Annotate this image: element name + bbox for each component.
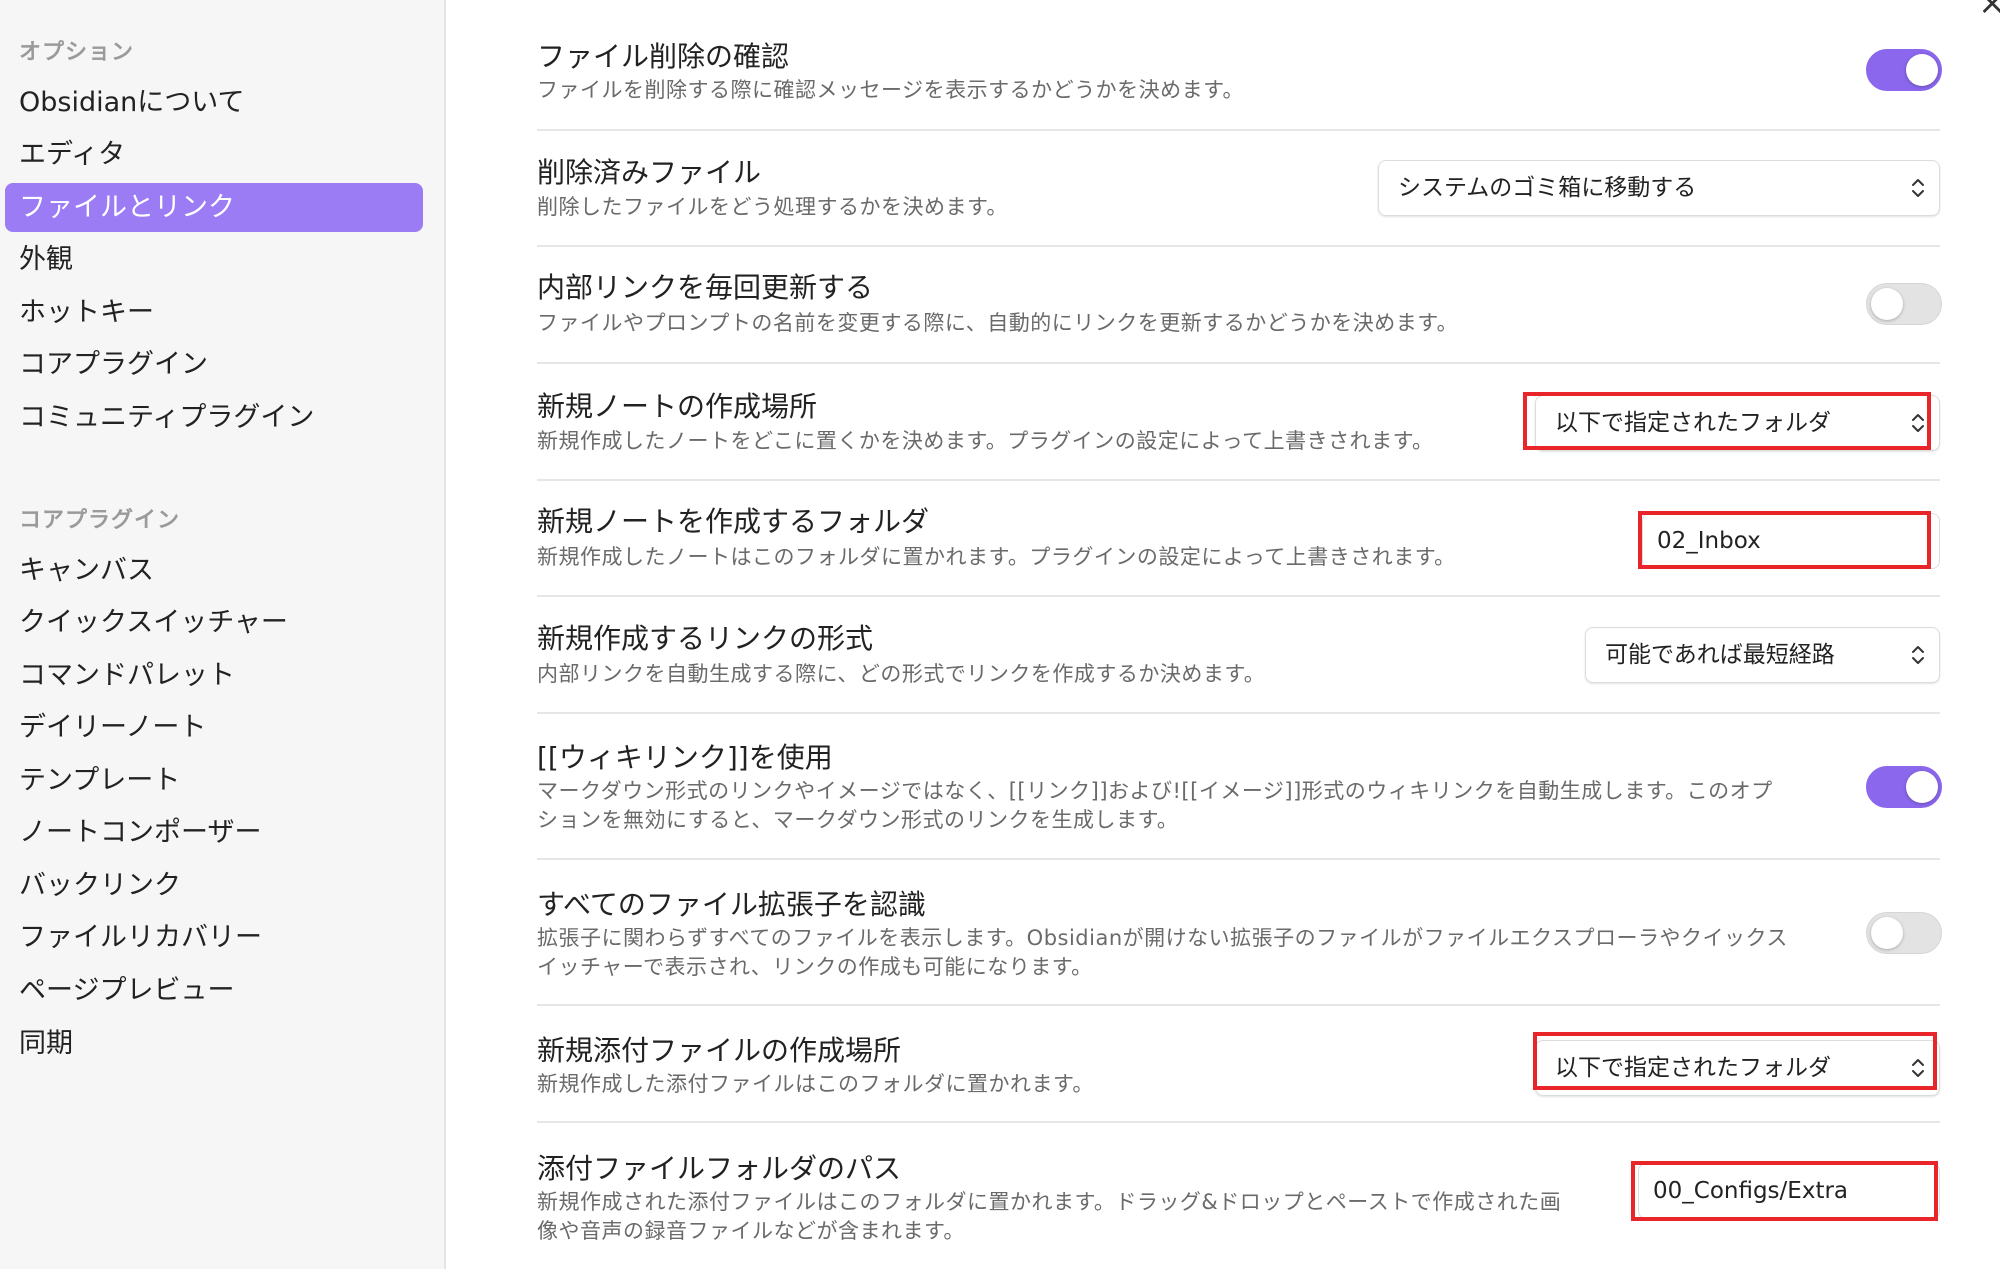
setting-description-line1: 拡張子に関わらずすべてのファイルを表示します。Obsidianが開けない拡張子の…: [537, 926, 1788, 950]
setting-title: [[ウィキリンク]]を使用: [537, 741, 833, 774]
sidebar-item-quick-switcher[interactable]: クイックスイッチャー: [5, 598, 423, 647]
setting-title: 新規ノートを作成するフォルダ: [537, 505, 930, 538]
chevron-up-down-icon: [1911, 1041, 1925, 1099]
setting-title: 添付ファイルフォルダのパス: [537, 1152, 902, 1185]
setting-link-format: 新規作成するリンクの形式 内部リンクを自動生成する際に、どの形式でリンクを作成す…: [537, 597, 1940, 714]
setting-title: 新規添付ファイルの作成場所: [537, 1034, 902, 1067]
sidebar-heading-options: オプション: [19, 40, 135, 65]
sidebar-item-command-palette[interactable]: コマンドパレット: [5, 651, 423, 700]
setting-description-line1: マークダウン形式のリンクやイメージではなく、[[リンク]]および![[イメージ]…: [537, 779, 1773, 803]
sidebar-item-daily-notes[interactable]: デイリーノート: [5, 703, 423, 752]
sidebar-item-editor[interactable]: エディタ: [5, 130, 423, 179]
setting-attachment-location: 新規添付ファイルの作成場所 新規作成した添付ファイルはこのフォルダに置かれます。…: [537, 1006, 1940, 1123]
setting-attachment-folder-path: 添付ファイルフォルダのパス 新規作成された添付ファイルはこのフォルダに置かれます…: [537, 1123, 1940, 1269]
setting-description-line2: 像や音声の録音ファイルなどが含まれます。: [537, 1219, 965, 1243]
sidebar-item-file-recovery[interactable]: ファイルリカバリー: [5, 913, 423, 962]
sidebar-item-page-preview[interactable]: ページプレビュー: [5, 966, 423, 1015]
setting-detect-all-extensions: すべてのファイル拡張子を認識 拡張子に関わらずすべてのファイルを表示します。Ob…: [537, 860, 1942, 1006]
sidebar-item-templates[interactable]: テンプレート: [5, 756, 423, 805]
setting-description: ファイルを削除する際に確認メッセージを表示するかどうかを決めます。: [537, 78, 1244, 102]
new-note-folder-input[interactable]: 02_Inbox: [1642, 513, 1940, 569]
settings-sidebar: オプション Obsidianについて エディタ ファイルとリンク 外観 ホットキ…: [0, 0, 446, 1269]
setting-description-line2: イッチャーで表示され、リンクの作成も可能になります。: [537, 955, 1093, 979]
setting-description: 新規作成したノートをどこに置くかを決めます。プラグインの設定によって上書きされま…: [537, 429, 1434, 453]
attachment-location-select[interactable]: 以下で指定されたフォルダ: [1535, 1040, 1940, 1096]
setting-title: 新規ノートの作成場所: [537, 390, 818, 423]
sidebar-item-files-and-links[interactable]: ファイルとリンク: [5, 183, 423, 232]
link-format-select[interactable]: 可能であれば最短経路: [1585, 627, 1940, 683]
toggle-knob: [1871, 288, 1903, 320]
sidebar-item-canvas[interactable]: キャンバス: [5, 546, 423, 595]
select-value: 可能であれば最短経路: [1605, 642, 1835, 668]
sidebar-item-backlinks[interactable]: バックリンク: [5, 861, 423, 910]
setting-update-internal-links: 内部リンクを毎回更新する ファイルやプロンプトの名前を変更する際に、自動的にリン…: [537, 247, 1942, 364]
setting-title: 削除済みファイル: [537, 156, 762, 189]
chevron-up-down-icon: [1911, 161, 1925, 219]
setting-description-line2: ションを無効にすると、マークダウン形式のリンクを生成します。: [537, 808, 1179, 832]
sidebar-item-appearance[interactable]: 外観: [5, 235, 423, 284]
setting-title: 内部リンクを毎回更新する: [537, 271, 874, 304]
setting-title: 新規作成するリンクの形式: [537, 622, 874, 655]
setting-description: 内部リンクを自動生成する際に、どの形式でリンクを作成するか決めます。: [537, 662, 1266, 686]
deleted-files-select[interactable]: システムのゴミ箱に移動する: [1378, 160, 1940, 216]
all-extensions-toggle[interactable]: [1866, 912, 1942, 954]
setting-use-wikilinks: [[ウィキリンク]]を使用 マークダウン形式のリンクやイメージではなく、[[リン…: [537, 714, 1942, 860]
sidebar-item-community-plugins[interactable]: コミュニティプラグイン: [5, 393, 423, 442]
select-value: 以下で指定されたフォルダ: [1555, 410, 1831, 436]
sidebar-item-sync[interactable]: 同期: [5, 1019, 423, 1068]
close-icon[interactable]: ×: [1978, 0, 2000, 20]
sidebar-item-core-plugins[interactable]: コアプラグイン: [5, 340, 423, 389]
wikilinks-toggle[interactable]: [1866, 766, 1942, 808]
setting-description: 新規作成した添付ファイルはこのフォルダに置かれます。: [537, 1072, 1094, 1096]
sidebar-item-note-composer[interactable]: ノートコンポーザー: [5, 808, 423, 857]
new-note-location-select[interactable]: 以下で指定されたフォルダ: [1535, 395, 1940, 451]
settings-window: オプション Obsidianについて エディタ ファイルとリンク 外観 ホットキ…: [0, 0, 2000, 1269]
toggle-knob: [1906, 771, 1938, 803]
setting-new-note-location: 新規ノートの作成場所 新規作成したノートをどこに置くかを決めます。プラグインの設…: [537, 364, 1940, 481]
setting-confirm-file-deletion: ファイル削除の確認 ファイルを削除する際に確認メッセージを表示するかどうかを決め…: [537, 28, 1942, 131]
toggle-knob: [1906, 54, 1938, 86]
select-value: システムのゴミ箱に移動する: [1398, 175, 1697, 201]
update-links-toggle[interactable]: [1866, 283, 1942, 325]
chevron-up-down-icon: [1911, 396, 1925, 454]
setting-title: ファイル削除の確認: [537, 40, 790, 73]
setting-description: ファイルやプロンプトの名前を変更する際に、自動的にリンクを更新するかどうかを決め…: [537, 311, 1459, 335]
sidebar-item-about[interactable]: Obsidianについて: [5, 78, 423, 127]
setting-deleted-files: 削除済みファイル 削除したファイルをどう処理するかを決めます。 システムのゴミ箱…: [537, 131, 1940, 247]
setting-description: 削除したファイルをどう処理するかを決めます。: [537, 195, 1008, 219]
setting-description: 新規作成したノートはこのフォルダに置かれます。プラグインの設定によって上書きされ…: [537, 545, 1456, 569]
setting-title: すべてのファイル拡張子を認識: [537, 888, 926, 921]
sidebar-heading-core-plugins: コアプラグイン: [19, 508, 181, 533]
chevron-up-down-icon: [1911, 628, 1925, 686]
setting-description-line1: 新規作成された添付ファイルはこのフォルダに置かれます。ドラッグ&ドロップとペース…: [537, 1190, 1562, 1214]
toggle-knob: [1871, 917, 1903, 949]
sidebar-item-hotkeys[interactable]: ホットキー: [5, 288, 423, 337]
setting-new-note-folder: 新規ノートを作成するフォルダ 新規作成したノートはこのフォルダに置かれます。プラ…: [537, 481, 1940, 597]
select-value: 以下で指定されたフォルダ: [1555, 1055, 1831, 1081]
attachment-folder-input[interactable]: 00_Configs/Extra: [1638, 1163, 1940, 1219]
confirm-deletion-toggle[interactable]: [1866, 49, 1942, 91]
